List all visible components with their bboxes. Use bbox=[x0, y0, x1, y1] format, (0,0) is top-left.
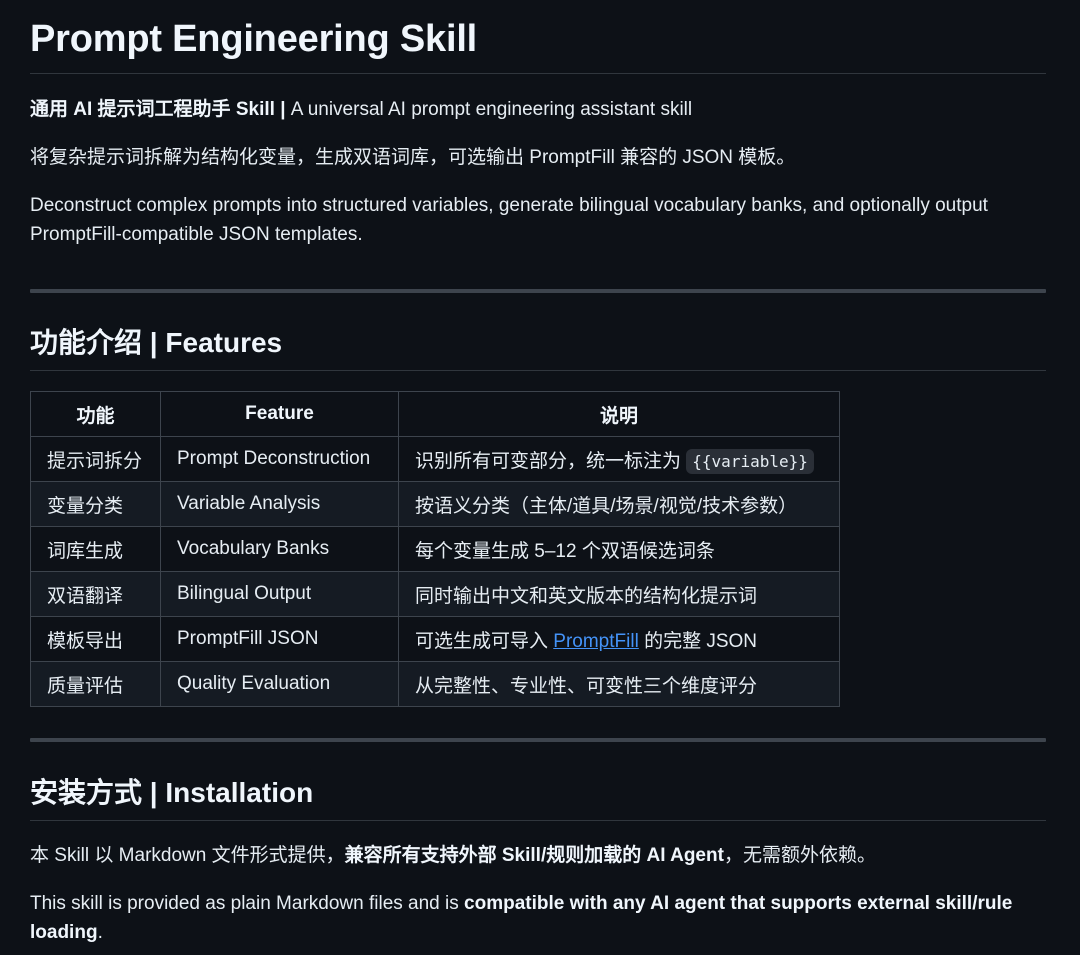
table-row: 变量分类 Variable Analysis 按语义分类（主体/道具/场景/视觉… bbox=[30, 481, 840, 527]
cell-feature-en: Prompt Deconstruction bbox=[160, 436, 399, 482]
intro-en: A universal AI prompt engineering assist… bbox=[290, 99, 693, 120]
intro-paragraph: 通用 AI 提示词工程助手 Skill | A universal AI pro… bbox=[30, 95, 1046, 124]
cell-feature-cn: 词库生成 bbox=[30, 526, 161, 572]
cell-description: 识别所有可变部分，统一标注为 {{variable}} bbox=[398, 436, 840, 482]
cell-feature-cn: 提示词拆分 bbox=[30, 436, 161, 482]
installation-cn: 本 Skill 以 Markdown 文件形式提供，兼容所有支持外部 Skill… bbox=[30, 841, 1046, 870]
installation-en-after: . bbox=[97, 922, 103, 943]
cell-description: 同时输出中文和英文版本的结构化提示词 bbox=[398, 571, 840, 617]
header-function-cn: 功能 bbox=[30, 391, 161, 437]
page-title: Prompt Engineering Skill bbox=[30, 18, 478, 60]
table-row: 双语翻译 Bilingual Output 同时输出中文和英文版本的结构化提示词 bbox=[30, 571, 840, 617]
section-divider bbox=[30, 738, 1046, 742]
table-row: 词库生成 Vocabulary Banks 每个变量生成 5–12 个双语候选词… bbox=[30, 526, 840, 572]
cell-description: 按语义分类（主体/道具/场景/视觉/技术参数） bbox=[398, 481, 840, 527]
cell-feature-cn: 双语翻译 bbox=[30, 571, 161, 617]
features-heading: 功能介绍 | Features bbox=[30, 327, 283, 358]
cell-feature-en: Vocabulary Banks bbox=[160, 526, 399, 572]
intro-separator: | bbox=[274, 99, 291, 120]
table-header-row: 功能 Feature 说明 bbox=[30, 391, 840, 437]
features-table: 功能 Feature 说明 提示词拆分 Prompt Deconstructio… bbox=[30, 391, 840, 707]
header-feature: Feature bbox=[160, 391, 399, 437]
description-text-before: 可选生成可导入 bbox=[415, 630, 554, 652]
cell-feature-en: Variable Analysis bbox=[160, 481, 399, 527]
installation-en: This skill is provided as plain Markdown… bbox=[30, 889, 1046, 947]
installation-cn-before: 本 Skill 以 Markdown 文件形式提供， bbox=[30, 845, 345, 866]
readme-page: Prompt Engineering Skill 通用 AI 提示词工程助手 S… bbox=[0, 0, 1080, 955]
variable-code: {{variable}} bbox=[686, 448, 814, 474]
installation-cn-after: ，无需额外依赖。 bbox=[723, 845, 876, 866]
installation-cn-bold: 兼容所有支持外部 Skill/规则加载的 AI Agent bbox=[344, 845, 724, 866]
intro-bold-cn: 通用 AI 提示词工程助手 Skill bbox=[30, 99, 275, 120]
cell-feature-cn: 质量评估 bbox=[30, 661, 161, 707]
table-row: 质量评估 Quality Evaluation 从完整性、专业性、可变性三个维度… bbox=[30, 661, 840, 707]
cell-feature-en: PromptFill JSON bbox=[160, 616, 399, 662]
description-en: Deconstruct complex prompts into structu… bbox=[30, 195, 988, 245]
description-text-after: 的完整 JSON bbox=[638, 630, 758, 652]
cell-description: 从完整性、专业性、可变性三个维度评分 bbox=[398, 661, 840, 707]
title-divider bbox=[30, 73, 1046, 74]
cell-feature-cn: 变量分类 bbox=[30, 481, 161, 527]
header-description: 说明 bbox=[398, 391, 840, 437]
description-text: 识别所有可变部分，统一标注为 bbox=[415, 450, 687, 472]
cell-feature-cn: 模板导出 bbox=[30, 616, 161, 662]
promptfill-link[interactable]: PromptFill bbox=[553, 631, 639, 652]
cell-description: 可选生成可导入 PromptFill 的完整 JSON bbox=[398, 616, 840, 662]
cell-feature-en: Bilingual Output bbox=[160, 571, 399, 617]
markdown-body: Prompt Engineering Skill 通用 AI 提示词工程助手 S… bbox=[30, 0, 1046, 947]
cell-description: 每个变量生成 5–12 个双语候选词条 bbox=[398, 526, 840, 572]
table-row: 提示词拆分 Prompt Deconstruction 识别所有可变部分，统一标… bbox=[30, 436, 840, 482]
section-divider bbox=[30, 289, 1046, 293]
description-cn: 将复杂提示词拆解为结构化变量，生成双语词库，可选输出 PromptFill 兼容… bbox=[30, 147, 796, 168]
table-row: 模板导出 PromptFill JSON 可选生成可导入 PromptFill … bbox=[30, 616, 840, 662]
cell-feature-en: Quality Evaluation bbox=[160, 661, 399, 707]
installation-heading-divider bbox=[30, 820, 1046, 821]
installation-heading: 安装方式 | Installation bbox=[30, 777, 314, 808]
features-heading-divider bbox=[30, 370, 1046, 371]
installation-en-before: This skill is provided as plain Markdown… bbox=[30, 893, 465, 914]
